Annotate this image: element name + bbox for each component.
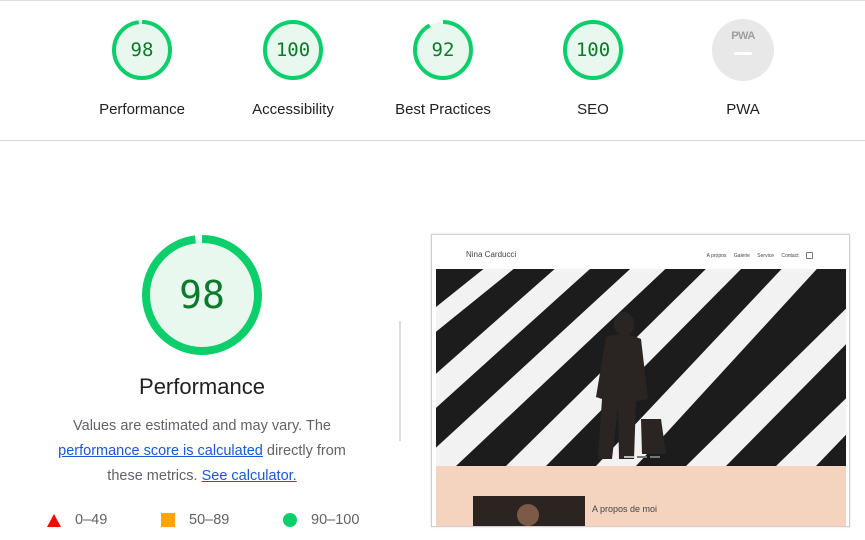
category-label: SEO bbox=[577, 101, 609, 118]
legend-fail: 0–49 bbox=[47, 512, 107, 528]
gauge-accessibility[interactable]: 100 Accessibility bbox=[233, 19, 353, 118]
score-calculated-link[interactable]: performance score is calculated bbox=[58, 443, 263, 459]
pwa-icon: PWA bbox=[712, 19, 774, 81]
gauge-seo[interactable]: 100 SEO bbox=[533, 19, 653, 118]
pwa-badge: PWA bbox=[712, 19, 774, 81]
about-section: A propos de moi bbox=[436, 466, 846, 526]
score-ring: 98 bbox=[111, 19, 173, 81]
pwa-dash bbox=[734, 52, 752, 55]
score-ring: 92 bbox=[412, 19, 474, 81]
gauge-performance[interactable]: 98 Performance bbox=[82, 19, 202, 118]
portrait bbox=[517, 504, 539, 526]
gauge-best-practices[interactable]: 92 Best Practices bbox=[383, 19, 503, 118]
category-label: Performance bbox=[99, 101, 185, 118]
score-ring: 100 bbox=[562, 19, 624, 81]
performance-title: Performance bbox=[139, 374, 265, 399]
nav-item: Service bbox=[757, 252, 774, 259]
performance-description: Values are estimated and may vary. The p… bbox=[40, 414, 364, 489]
about-title: A propos de moi bbox=[592, 504, 658, 514]
legend-range: 0–49 bbox=[75, 512, 108, 528]
legend-range: 50–89 bbox=[189, 512, 230, 528]
about-photo bbox=[473, 496, 585, 526]
circle-icon bbox=[283, 513, 297, 527]
gauge-pwa[interactable]: PWA PWA bbox=[683, 19, 803, 118]
legend-range: 90–100 bbox=[311, 512, 360, 528]
site-name: Nina Carducci bbox=[466, 250, 517, 259]
see-calculator-link[interactable]: See calculator. bbox=[202, 468, 297, 484]
category-label: Best Practices bbox=[395, 101, 491, 118]
divider bbox=[399, 321, 401, 441]
final-screenshot-thumbnail[interactable]: Nina Carducci A propos Galerie Service C… bbox=[431, 234, 850, 527]
pwa-badge-text: PWA bbox=[731, 30, 755, 42]
score-value: 100 bbox=[275, 39, 311, 61]
nav-item: Contact bbox=[781, 252, 799, 259]
legend-average: 50–89 bbox=[161, 512, 229, 528]
score-value: 100 bbox=[575, 39, 611, 61]
category-label: PWA bbox=[726, 101, 760, 118]
score-legend: 0–49 50–89 90–100 bbox=[0, 510, 420, 536]
triangle-icon bbox=[47, 513, 61, 527]
performance-gauge: 98 bbox=[140, 233, 264, 357]
site-nav: A propos Galerie Service Contact bbox=[701, 252, 813, 259]
score-value: 92 bbox=[431, 39, 455, 61]
nav-item: A propos bbox=[706, 252, 727, 259]
category-scores-bar: 98 Performance 100 Accessibility 92 Best… bbox=[0, 0, 865, 141]
instagram-icon bbox=[806, 252, 813, 259]
category-label: Accessibility bbox=[252, 101, 334, 118]
description-text: Values are estimated and may vary. The bbox=[73, 418, 331, 434]
legend-pass: 90–100 bbox=[283, 512, 359, 528]
score-ring: 100 bbox=[262, 19, 324, 81]
nav-item: Galerie bbox=[733, 252, 750, 259]
square-icon bbox=[161, 513, 175, 527]
performance-score: 98 bbox=[179, 273, 225, 317]
hero-image bbox=[436, 269, 846, 466]
score-value: 98 bbox=[130, 39, 154, 61]
